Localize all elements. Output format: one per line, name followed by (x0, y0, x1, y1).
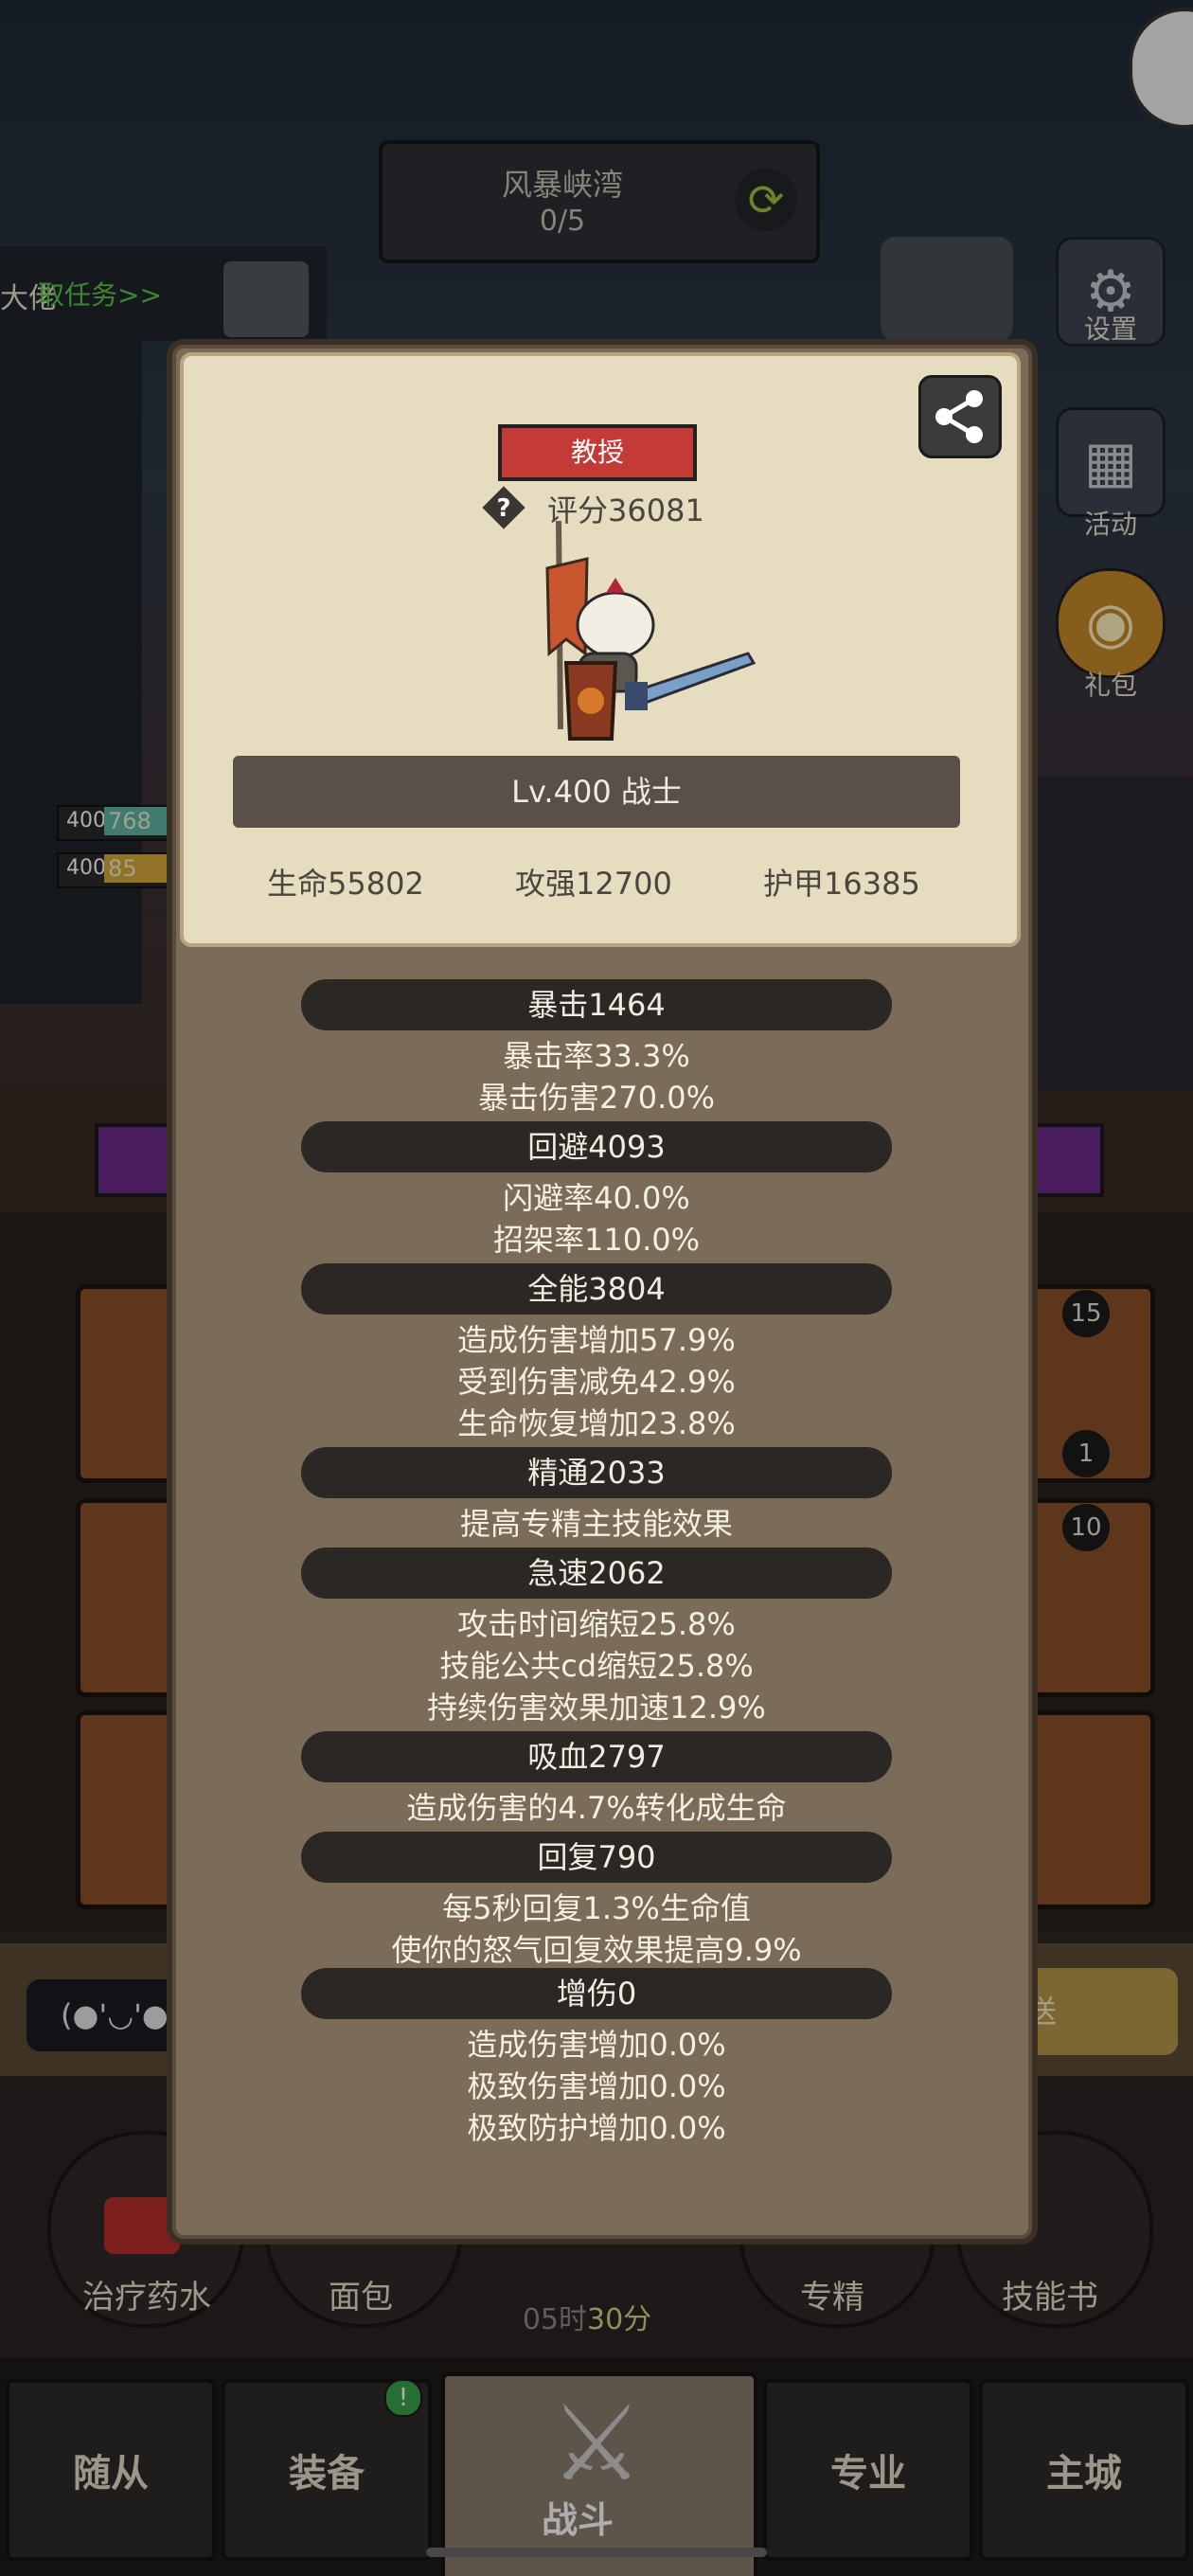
level-class-bar: Lv.400 战士 (233, 756, 960, 828)
stat-line: 极致伤害增加0.0% (467, 2068, 726, 2104)
stat-line: 受到伤害减免42.9% (457, 1364, 736, 1400)
lifesteal-header: 吸血2797 (301, 1731, 892, 1782)
stat-line: 招架率110.0% (492, 1222, 701, 1258)
dodge-header: 回避4093 (301, 1121, 892, 1172)
stat-line: 持续伤害效果加速12.9% (427, 1690, 766, 1726)
stat-line: 造成伤害的4.7%转化成生命 (406, 1790, 787, 1826)
regen-header: 回复790 (301, 1832, 892, 1883)
stat-line: 暴击率33.3% (503, 1038, 690, 1074)
hp-stat: 生命55802 (267, 866, 424, 902)
damage-bonus-header: 增伤0 (301, 1968, 892, 2019)
stat-line: 每5秒回复1.3%生命值 (442, 1890, 751, 1926)
attack-stat: 攻强12700 (515, 866, 672, 902)
warrior-avatar (545, 520, 757, 741)
stat-line: 技能公共cd缩短25.8% (439, 1648, 754, 1684)
stat-line: 提高专精主技能效果 (459, 1506, 733, 1542)
rank-badge: 教授 (498, 424, 697, 481)
armor-stat: 护甲16385 (763, 866, 920, 902)
mastery-header: 精通2033 (301, 1447, 892, 1498)
share-button[interactable] (918, 375, 1002, 458)
stat-line: 暴击伤害270.0% (477, 1080, 716, 1116)
stat-line: 攻击时间缩短25.8% (457, 1606, 736, 1642)
share-icon (935, 390, 983, 443)
stat-line: 闪避率40.0% (503, 1180, 690, 1216)
stat-line: 生命恢复增加23.8% (457, 1405, 736, 1441)
crit-header: 暴击1464 (301, 979, 892, 1030)
stat-line: 使你的怒气回复效果提高9.9% (391, 1932, 802, 1968)
versatility-header: 全能3804 (301, 1263, 892, 1315)
stat-line: 造成伤害增加0.0% (467, 2027, 726, 2063)
stat-line: 造成伤害增加57.9% (457, 1322, 736, 1358)
stat-line: 极致防护增加0.0% (467, 2110, 726, 2146)
haste-header: 急速2062 (301, 1547, 892, 1599)
